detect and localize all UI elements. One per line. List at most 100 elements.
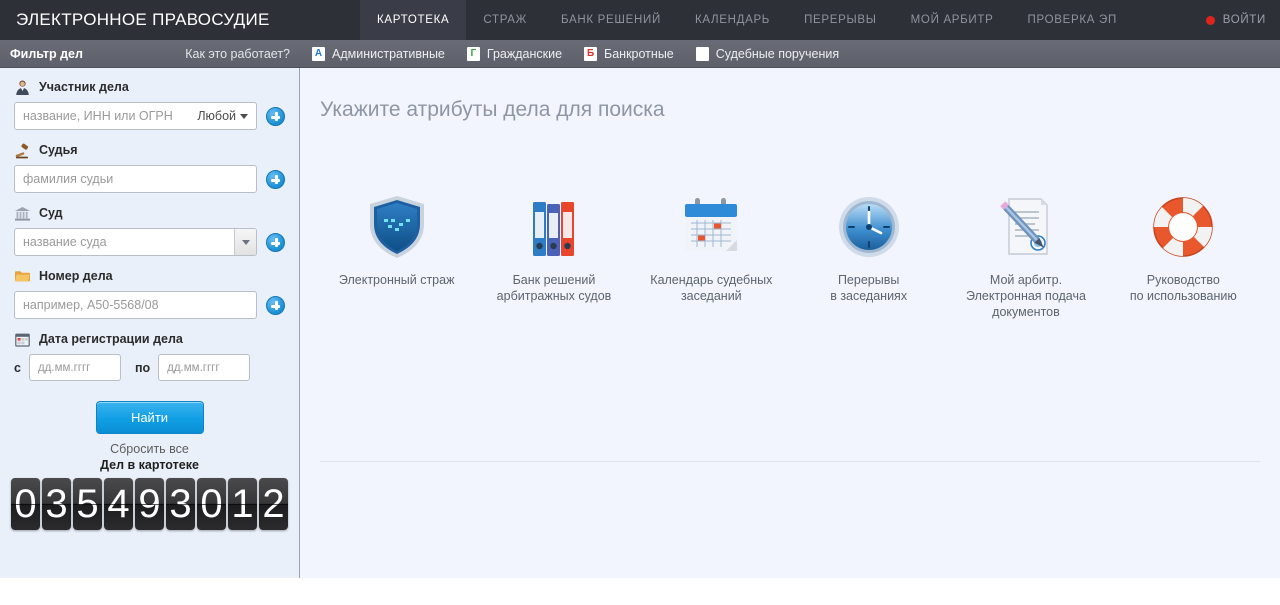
counter-digit: 1 — [228, 478, 257, 530]
counter-digit: 0 — [11, 478, 40, 530]
sidebar-actions: Найти Сбросить все Дел в картотеке 0 3 5… — [0, 401, 299, 530]
field-case-number: Номер дела например, А50-5568/08 — [0, 267, 299, 319]
field-case-number-row: например, А50-5568/08 — [14, 291, 285, 319]
date-range-row: с дд.мм.гггг по дд.мм.гггг — [0, 354, 299, 381]
case-counter: 0 3 5 4 9 3 0 1 2 — [0, 478, 299, 530]
find-button[interactable]: Найти — [95, 401, 204, 434]
chevron-down-icon — [241, 239, 250, 245]
field-court-row: название суда — [14, 228, 285, 256]
field-date-label-row: Дата регистрации дела — [14, 330, 285, 348]
case-category-filters: А Административные Г Гражданские Б Банкр… — [300, 46, 840, 61]
content-divider — [320, 461, 1260, 462]
status-dot-icon — [1205, 15, 1215, 25]
field-registration-date: Дата регистрации дела — [0, 330, 299, 348]
tile-my-arbiter[interactable]: Мой арбитр. Электронная подача документов — [947, 192, 1104, 320]
service-tiles: Электронный страж Банк решений арбитражн… — [300, 192, 1280, 320]
badge-bankruptcy-icon: Б — [584, 46, 598, 61]
document-pen-icon — [991, 192, 1061, 262]
person-icon — [16, 80, 29, 95]
tile-hearings-calendar-label: Календарь судебных заседаний — [650, 273, 773, 303]
field-participant-label: Участник дела — [39, 80, 129, 94]
tile-electronic-guard-label: Электронный страж — [338, 273, 455, 287]
tile-decisions-bank[interactable]: Банк решений арбитражных судов — [475, 192, 632, 320]
shield-icon — [362, 192, 432, 262]
participant-type-value: Любой — [197, 109, 236, 123]
case-number-placeholder: например, А50-5568/08 — [23, 298, 159, 312]
tile-user-guide[interactable]: Руководство по использованию — [1105, 192, 1262, 320]
tile-my-arbiter-label: Мой арбитр. Электронная подача документов — [966, 273, 1086, 319]
calendar-small-icon — [15, 333, 30, 347]
judge-placeholder: фамилия судьи — [23, 172, 114, 186]
field-participant-row: название, ИНН или ОГРН Любой — [14, 102, 285, 130]
counter-digit: 4 — [104, 478, 133, 530]
category-civil-label: Гражданские — [486, 46, 563, 61]
login-label: ВОЙТИ — [1222, 14, 1266, 26]
nav-item-kalendar[interactable]: КАЛЕНДАРЬ — [678, 0, 787, 40]
court-placeholder: название суда — [23, 235, 107, 249]
calendar-icon — [676, 192, 746, 262]
tile-hearings-calendar[interactable]: Календарь судебных заседаний — [633, 192, 790, 320]
main-content: Укажите атрибуты дела для поиска Электро… — [300, 68, 1280, 578]
judge-input[interactable]: фамилия судьи — [14, 165, 257, 193]
nav-item-kartoteka[interactable]: КАРТОТЕКА — [360, 0, 467, 40]
field-case-number-label-row: Номер дела — [14, 267, 285, 285]
date-from-placeholder: дд.мм.гггг — [37, 361, 91, 374]
badge-civil-icon: Г — [466, 46, 480, 61]
nav-item-moy-arbitr[interactable]: МОЙ АРБИТР — [894, 0, 1011, 40]
nav-item-strazh[interactable]: СТРАЖ — [466, 0, 544, 40]
lifebuoy-icon — [1148, 192, 1218, 262]
bank-building-icon — [15, 206, 30, 221]
category-court-orders[interactable]: Судебные поручения — [695, 46, 840, 61]
date-to-input[interactable]: дд.мм.гггг — [158, 354, 251, 381]
case-number-input[interactable]: например, А50-5568/08 — [14, 291, 257, 319]
tile-hearing-breaks-label: Перерывы в заседаниях — [830, 273, 908, 303]
badge-administrative-icon: А — [312, 46, 325, 61]
filter-sidebar: Участник дела название, ИНН или ОГРН Люб… — [0, 68, 300, 578]
add-participant-button[interactable] — [266, 106, 285, 126]
nav-item-proverka-ep[interactable]: ПРОВЕРКА ЭП — [1011, 0, 1134, 40]
page-title: Укажите атрибуты дела для поиска — [320, 98, 665, 121]
counter-digit: 3 — [42, 478, 71, 530]
tile-hearing-breaks[interactable]: Перерывы в заседаниях — [790, 192, 947, 320]
application-window: ЭЛЕКТРОННОЕ ПРАВОСУДИЕ КАРТОТЕКА СТРАЖ Б… — [0, 0, 1280, 605]
add-judge-button[interactable] — [266, 169, 285, 189]
field-judge-label: Судья — [39, 143, 78, 157]
filter-title: Фильтр дел — [10, 46, 83, 61]
field-date-label: Дата регистрации дела — [39, 332, 183, 346]
field-judge: Судья фамилия судьи — [0, 141, 299, 193]
tile-decisions-bank-label: Банк решений арбитражных судов — [496, 273, 612, 303]
tile-electronic-guard[interactable]: Электронный страж — [318, 192, 475, 320]
tile-user-guide-label: Руководство по использованию — [1129, 273, 1237, 303]
category-civil[interactable]: Г Гражданские — [466, 46, 563, 61]
court-dropdown-toggle[interactable] — [234, 229, 256, 255]
how-it-works-link[interactable]: Как это работает? — [185, 47, 290, 61]
participant-type-select[interactable]: Любой — [197, 103, 248, 129]
category-court-orders-label: Судебные поручения — [715, 46, 840, 61]
participant-input[interactable]: название, ИНН или ОГРН Любой — [14, 102, 257, 130]
counter-digit: 5 — [73, 478, 102, 530]
category-administrative[interactable]: А Административные — [312, 46, 445, 61]
counter-title: Дел в картотеке — [100, 458, 199, 472]
category-bankruptcy-label: Банкротные — [604, 46, 674, 61]
add-case-number-button[interactable] — [266, 295, 285, 315]
counter-digit: 0 — [197, 478, 226, 530]
date-from-input[interactable]: дд.мм.гггг — [28, 354, 121, 381]
nav-item-bank-resheniy[interactable]: БАНК РЕШЕНИЙ — [544, 0, 678, 40]
field-judge-label-row: Судья — [14, 141, 285, 159]
field-court-label-row: Суд — [14, 204, 285, 222]
date-from-label: с — [14, 360, 21, 375]
date-to-placeholder: дд.мм.гггг — [167, 361, 220, 374]
counter-digit: 2 — [259, 478, 288, 530]
top-navigation-bar: ЭЛЕКТРОННОЕ ПРАВОСУДИЕ КАРТОТЕКА СТРАЖ Б… — [0, 0, 1280, 40]
counter-digit: 3 — [166, 478, 195, 530]
reset-all-link[interactable]: Сбросить все — [0, 442, 299, 456]
court-select[interactable]: название суда — [14, 228, 257, 256]
category-bankruptcy[interactable]: Б Банкротные — [584, 46, 674, 61]
add-court-button[interactable] — [266, 232, 285, 252]
chevron-down-icon — [240, 113, 248, 119]
login-button[interactable]: ВОЙТИ — [1205, 0, 1266, 40]
folder-icon — [15, 270, 30, 281]
main-nav: КАРТОТЕКА СТРАЖ БАНК РЕШЕНИЙ КАЛЕНДАРЬ П… — [360, 0, 1280, 40]
nav-item-pereryvy[interactable]: ПЕРЕРЫВЫ — [787, 0, 894, 40]
field-court-label: Суд — [39, 206, 63, 220]
